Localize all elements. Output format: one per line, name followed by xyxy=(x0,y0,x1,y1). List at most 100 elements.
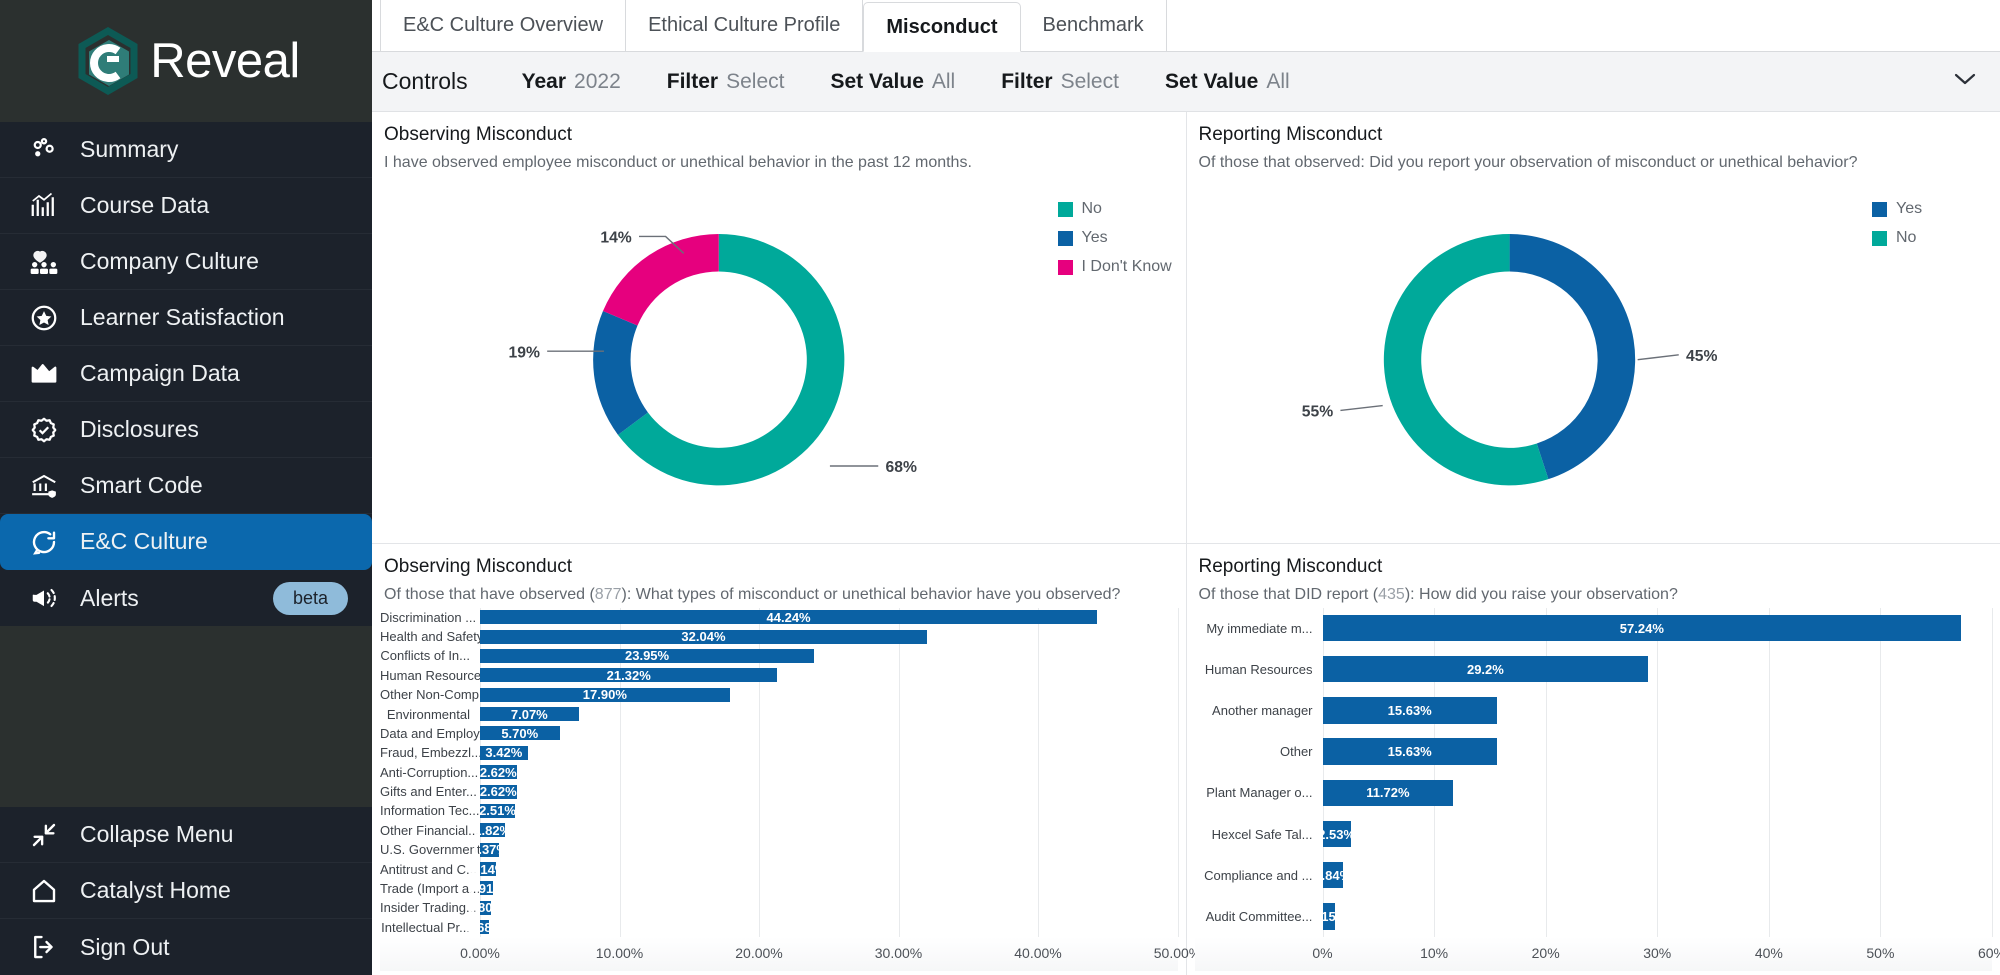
bar-fill[interactable]: 17.90% xyxy=(480,687,730,702)
tab-ec-culture-overview[interactable]: E&C Culture Overview xyxy=(380,0,627,51)
x-axis: 0.00% 10.00% 20.00% 30.00% 40.00% 50.00% xyxy=(380,937,1201,971)
donut-chart-reporting[interactable]: 45% 55% xyxy=(1195,176,1873,539)
tab-ethical-culture-profile[interactable]: Ethical Culture Profile xyxy=(626,0,864,51)
bar-fill[interactable]: 1.82% xyxy=(474,823,511,838)
sidebar-item-disclosures[interactable]: Disclosures xyxy=(0,402,372,458)
control-set-value-1[interactable]: Set Value All xyxy=(830,70,955,94)
bar-row[interactable]: Information Tec... 2.51% xyxy=(380,801,1178,820)
sidebar-item-course-data[interactable]: Course Data xyxy=(0,178,372,234)
bar-row[interactable]: Compliance and ... 1.84% xyxy=(1195,855,1993,896)
bar-fill[interactable]: 0.80% xyxy=(467,900,504,915)
legend-item[interactable]: No xyxy=(1057,200,1178,218)
bar-fill[interactable]: 15.63% xyxy=(1322,738,1497,765)
bar-row[interactable]: Trade (Import a... 0.91% xyxy=(380,879,1178,898)
bar-row[interactable]: My immediate m... 57.24% xyxy=(1195,608,1993,649)
bar-value-label: 1.84% xyxy=(1314,867,1352,883)
control-year[interactable]: Year 2022 xyxy=(522,70,621,94)
sidebar-item-learner-satisfaction[interactable]: Learner Satisfaction xyxy=(0,290,372,346)
bar-category-label: U.S. Government... xyxy=(380,842,480,858)
tab-misconduct[interactable]: Misconduct xyxy=(863,2,1021,52)
bar-chart-observing[interactable]: Discrimination ... 44.24% Health and Safet… xyxy=(380,607,1201,971)
control-filter-1[interactable]: Filter Select xyxy=(667,70,785,94)
bar-row[interactable]: Other Non-Comp... 17.90% xyxy=(380,685,1178,704)
bar-fill[interactable]: 0.91% xyxy=(468,881,505,896)
bar-row[interactable]: Data and Employ... 5.70% xyxy=(380,724,1178,743)
legend-item[interactable]: No xyxy=(1872,229,1992,247)
bar-row[interactable]: Other 15.63% xyxy=(1195,731,1993,772)
sidebar-item-collapse-menu[interactable]: Collapse Menu xyxy=(0,807,372,863)
bar-fill[interactable]: 32.04% xyxy=(480,629,927,644)
leader-line-yes xyxy=(1637,354,1679,361)
sidebar-item-campaign-data[interactable]: Campaign Data xyxy=(0,346,372,402)
bar-row[interactable]: Audit Committee... 1.15% xyxy=(1195,896,1993,937)
bar-fill[interactable]: 11.72% xyxy=(1322,779,1454,807)
bar-row[interactable]: Plant Manager o... 11.72% xyxy=(1195,772,1993,813)
bar-fill[interactable]: 29.2% xyxy=(1322,656,1649,683)
bar-row[interactable]: Anti-Corruption... 2.62% xyxy=(380,763,1178,782)
bar-fill[interactable]: 1.84% xyxy=(1314,862,1351,889)
control-label: Set Value xyxy=(830,69,924,93)
chevron-down-icon[interactable] xyxy=(1944,69,1986,94)
bar-row[interactable]: Environmental 7.07% xyxy=(380,704,1178,723)
bar-fill[interactable]: 23.95% xyxy=(480,648,815,663)
bar-row[interactable]: Gifts and Enter... 2.62% xyxy=(380,782,1178,801)
bar-fill[interactable]: 2.62% xyxy=(480,765,517,780)
bar-row[interactable]: Conflicts of In... 23.95% xyxy=(380,646,1178,665)
bar-fill[interactable]: 7.07% xyxy=(480,707,579,722)
bar-row[interactable]: Hexcel Safe Tal... 2.53% xyxy=(1195,813,1993,854)
panel-reporting-misconduct-donut: Reporting Misconduct Of those that obser… xyxy=(1186,112,2000,544)
legend-item[interactable]: Yes xyxy=(1872,200,1992,218)
bar-fill[interactable]: 2.62% xyxy=(480,784,517,799)
sidebar-item-company-culture[interactable]: Company Culture xyxy=(0,234,372,290)
axis-tick-label: 60% xyxy=(1977,945,2000,961)
panel-body: 14% 19% 68% No Yes I Don't Know xyxy=(380,176,1178,539)
bar-row[interactable]: U.S. Government...1.37% xyxy=(380,840,1178,859)
subtitle-post: ): What types of misconduct or unethical… xyxy=(621,585,1121,603)
bar-row[interactable]: Discrimination ... 44.24% xyxy=(380,608,1178,627)
donut-chart-observing[interactable]: 14% 19% 68% xyxy=(380,176,1058,539)
sidebar-item-ec-culture[interactable]: E&C Culture xyxy=(0,514,372,570)
bar-value-label: 1.37% xyxy=(471,842,508,858)
sidebar-item-alerts[interactable]: Alerts beta xyxy=(0,570,372,626)
donut-label-yes: 45% xyxy=(1686,348,1717,365)
bar-row[interactable]: Health and Safety 32.04% xyxy=(380,627,1178,646)
bar-fill[interactable]: 1.15% xyxy=(1310,903,1347,930)
bar-fill[interactable]: 0.68% xyxy=(466,920,503,935)
sidebar-item-smart-code[interactable]: Smart Code xyxy=(0,458,372,514)
tab-benchmark[interactable]: Benchmark xyxy=(1021,0,1167,51)
bar-fill[interactable]: 44.24% xyxy=(480,610,1098,625)
bar-fill[interactable]: 1.14% xyxy=(470,862,507,877)
legend-item[interactable]: I Don't Know xyxy=(1057,258,1178,276)
bar-row[interactable]: Insider Trading... 0.80% xyxy=(380,898,1178,917)
collapse-arrows-icon xyxy=(24,819,64,851)
bar-row[interactable]: Human Resources 29.2% xyxy=(1195,649,1993,690)
bar-chart-reporting[interactable]: My immediate m... 57.24% Human Resources 29… xyxy=(1194,607,2000,971)
sidebar-item-summary[interactable]: Summary xyxy=(0,122,372,178)
bar-fill[interactable]: 57.24% xyxy=(1322,614,1962,642)
sign-out-icon xyxy=(24,931,64,963)
legend-item[interactable]: Yes xyxy=(1057,229,1178,247)
bar-row[interactable]: Intellectual Pr... 0.68% xyxy=(380,918,1178,937)
bar-fill[interactable]: 1.37% xyxy=(471,842,508,857)
main-content: E&C Culture Overview Ethical Culture Pro… xyxy=(372,0,2000,975)
sidebar-bottom-nav: Collapse Menu Catalyst Home Sign Out xyxy=(0,807,372,975)
bar-fill[interactable]: 3.42% xyxy=(480,745,528,760)
bar-row[interactable]: Other Financial... 1.82% xyxy=(380,821,1178,840)
brand-logo[interactable]: Reveal xyxy=(0,0,372,122)
bar-fill[interactable]: 15.63% xyxy=(1322,697,1497,724)
control-set-value-2[interactable]: Set Value All xyxy=(1165,70,1290,94)
sidebar-item-sign-out[interactable]: Sign Out xyxy=(0,919,372,975)
bar-fill[interactable]: 21.32% xyxy=(480,668,778,683)
bar-row[interactable]: Another manager 15.63% xyxy=(1195,690,1993,731)
bar-row[interactable]: Fraud, Embezzl... 3.42% xyxy=(380,743,1178,762)
sidebar-spacer xyxy=(0,626,372,807)
bar-fill[interactable]: 5.70% xyxy=(480,726,560,741)
bar-fill[interactable]: 2.51% xyxy=(479,803,516,818)
bar-category-label: Another manager xyxy=(1212,702,1313,718)
control-filter-2[interactable]: Filter Select xyxy=(1001,70,1119,94)
bar-row[interactable]: Human Resource... 21.32% xyxy=(380,666,1178,685)
sidebar-item-catalyst-home[interactable]: Catalyst Home xyxy=(0,863,372,919)
bar-fill[interactable]: 2.53% xyxy=(1318,820,1355,848)
sidebar-item-label: Disclosures xyxy=(80,416,199,442)
bar-row[interactable]: Antitrust and C... 1.14% xyxy=(380,859,1178,878)
